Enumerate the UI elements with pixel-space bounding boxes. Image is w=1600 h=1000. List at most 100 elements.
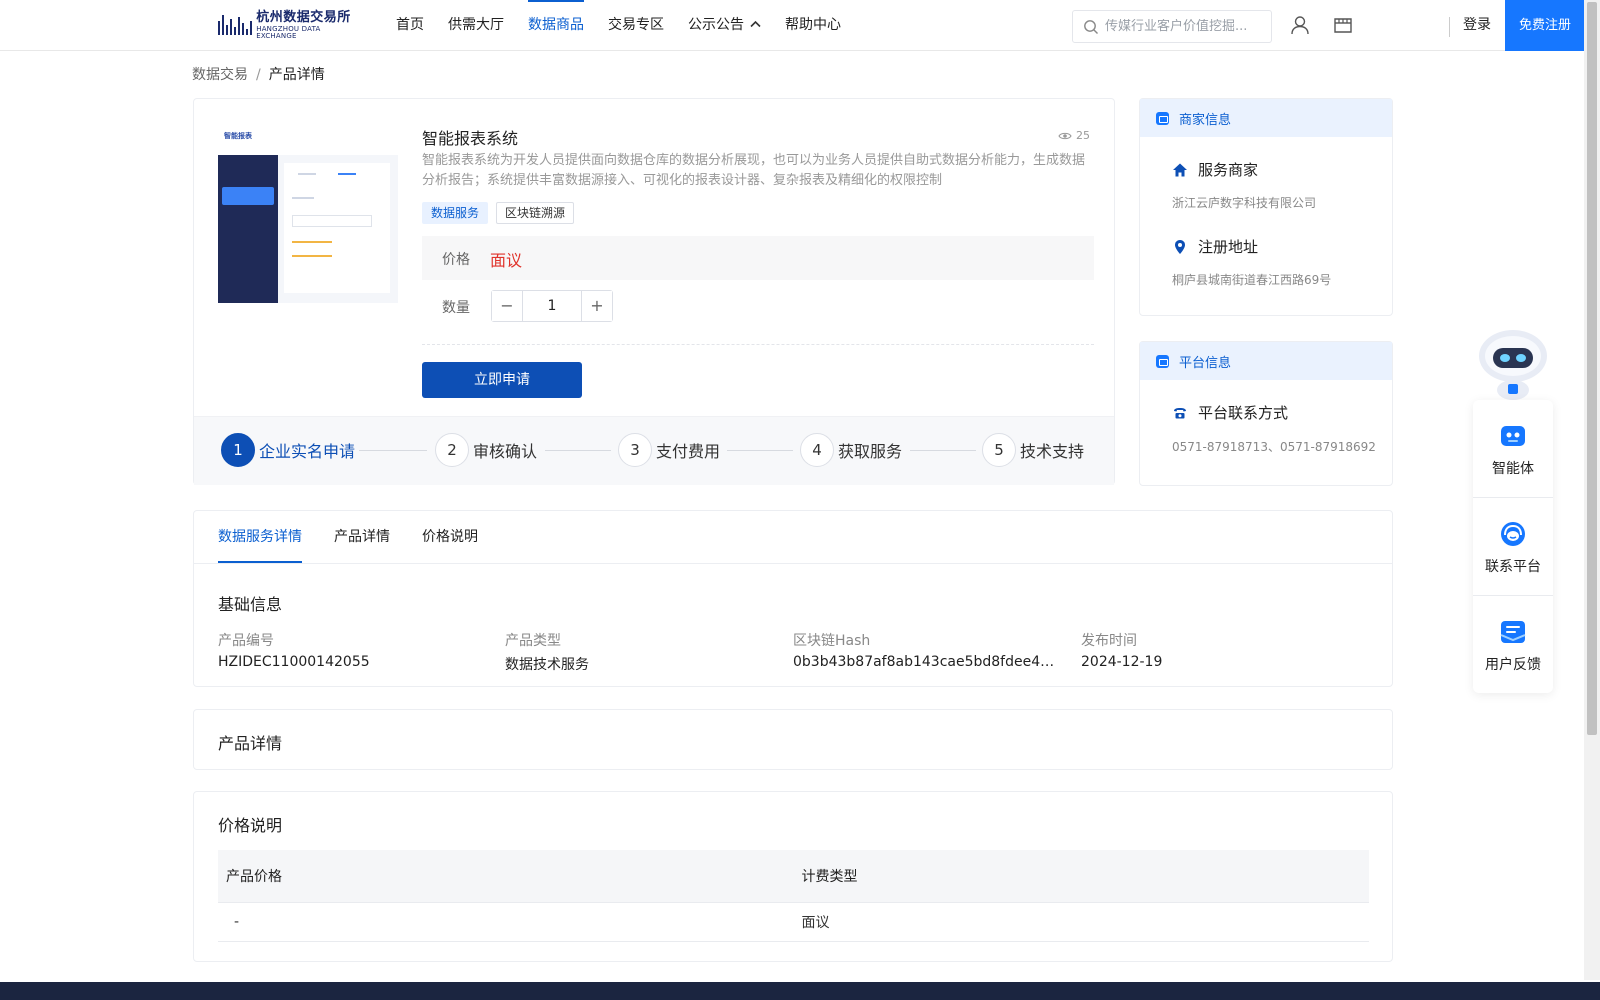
logo-chinese-name: 杭州数据交易所	[256, 9, 351, 25]
quantity-label: 数量	[442, 300, 470, 316]
chevron-up-icon	[750, 0, 761, 50]
platform-info-card: 平台信息 平台联系方式 0571-87918713、0571-87918692	[1139, 341, 1393, 486]
agent-label: 智能体	[1492, 461, 1534, 477]
tab-product-details[interactable]: 产品详情	[334, 511, 390, 563]
nav-data-products[interactable]: 数据商品	[516, 0, 596, 50]
robot-icon	[1501, 426, 1525, 446]
product-thumbnail[interactable]: 智能报表	[218, 127, 398, 303]
quantity-input[interactable]: 1	[522, 291, 582, 321]
product-title: 智能报表系统	[422, 129, 519, 148]
header-divider	[1449, 17, 1450, 37]
robot-assistant-icon[interactable]	[1475, 326, 1551, 400]
cell-billing-type: 面议	[801, 915, 830, 931]
platform-contact-value: 0571-87918713、0571-87918692	[1172, 440, 1376, 454]
breadcrumb: 数据交易 / 产品详情	[192, 64, 325, 84]
agent-button[interactable]: 智能体	[1473, 400, 1553, 497]
step-number: 5	[982, 433, 1016, 467]
footer	[0, 982, 1600, 1000]
search-icon	[1084, 19, 1098, 34]
step-5: 5 技术支持	[982, 433, 1084, 467]
product-tags: 数据服务 区块链溯源	[422, 202, 582, 224]
basic-info-title: 基础信息	[218, 595, 283, 614]
price-label: 价格	[442, 252, 470, 268]
thumbnail-title: 智能报表	[224, 132, 252, 140]
nav-help-center[interactable]: 帮助中心	[773, 0, 853, 50]
view-count-value: 25	[1076, 129, 1090, 142]
user-feedback-label: 用户反馈	[1485, 657, 1541, 673]
platform-contact-label: 平台联系方式	[1172, 402, 1288, 423]
cell-price: -	[234, 914, 240, 930]
column-header-billing-type: 计费类型	[801, 869, 858, 885]
price-description-card: 价格说明 产品价格 计费类型 - 面议	[193, 791, 1393, 962]
product-detail-title: 产品详情	[218, 734, 283, 753]
contact-platform-label: 联系平台	[1485, 559, 1541, 575]
price-description-title: 价格说明	[218, 816, 283, 835]
nav-supply-demand[interactable]: 供需大厅	[436, 0, 516, 50]
info-product-id: 产品编号 HZIDEC11000142055	[218, 633, 370, 670]
quantity-increase-button[interactable]: +	[582, 291, 612, 321]
merchant-info-header: 商家信息	[1140, 99, 1392, 137]
step-label: 获取服务	[838, 442, 903, 461]
quantity-decrease-button[interactable]: −	[492, 291, 522, 321]
headset-icon	[1501, 522, 1525, 546]
page-scrollbar[interactable]	[1584, 0, 1600, 980]
registered-address-value: 桐庐县城南街道春江西路69号	[1172, 273, 1332, 287]
service-details-card: 数据服务详情 产品详情 价格说明 基础信息 产品编号 HZIDEC1100014…	[193, 510, 1393, 687]
step-3: 3 支付费用	[618, 433, 720, 467]
merchant-info-card: 商家信息 服务商家 浙江云庐数字科技有限公司 注册地址 桐庐县城南街道春江西路6…	[1139, 98, 1393, 316]
table-row: - 面议	[218, 903, 1369, 942]
price-value: 面议	[490, 251, 523, 270]
step-number: 1	[221, 433, 255, 467]
login-link[interactable]: 登录	[1463, 0, 1491, 50]
nav-announcements-label: 公示公告	[688, 17, 744, 33]
info-product-type: 产品类型 数据技术服务	[505, 633, 589, 673]
step-label: 审核确认	[473, 442, 538, 461]
register-button[interactable]: 免费注册	[1505, 0, 1585, 51]
search-box[interactable]	[1072, 10, 1272, 43]
feedback-icon	[1500, 621, 1526, 643]
info-publish-date: 发布时间 2024-12-19	[1081, 633, 1163, 670]
merchant-info-title: 商家信息	[1179, 112, 1232, 128]
service-merchant-value: 浙江云庐数字科技有限公司	[1172, 196, 1317, 210]
phone-icon	[1174, 407, 1186, 418]
product-summary-card: 智能报表 智能报表系统 25 智能报表系统为开发人员提供面向数据仓库的数据分析展…	[193, 98, 1115, 485]
nav-announcements[interactable]: 公示公告	[676, 0, 773, 50]
card-icon	[1156, 111, 1169, 125]
step-number: 3	[618, 433, 652, 467]
apply-now-button[interactable]: 立即申请	[422, 362, 582, 398]
step-label: 技术支持	[1020, 442, 1085, 461]
nav-trading-zone[interactable]: 交易专区	[596, 0, 676, 50]
tag-blockchain-trace: 区块链溯源	[496, 202, 575, 224]
step-label: 企业实名申请	[259, 442, 356, 461]
user-feedback-button[interactable]: 用户反馈	[1473, 596, 1553, 693]
product-detail-card: 产品详情	[193, 709, 1393, 770]
platform-info-header: 平台信息	[1140, 342, 1392, 380]
search-input[interactable]	[1105, 19, 1265, 34]
step-1: 1 企业实名申请	[221, 433, 355, 467]
scrollbar-thumb[interactable]	[1587, 2, 1597, 735]
breadcrumb-separator: /	[256, 67, 261, 83]
top-navigation-bar: 杭州数据交易所 HANGZHOU DATA EXCHANGE 首页 供需大厅 数…	[0, 0, 1585, 51]
product-description: 智能报表系统为开发人员提供面向数据仓库的数据分析展现，也可以为业务人员提供自助式…	[422, 153, 1086, 188]
table-header: 产品价格 计费类型	[218, 850, 1369, 903]
tab-data-service-details[interactable]: 数据服务详情	[218, 511, 302, 563]
store-icon[interactable]	[1332, 14, 1354, 36]
step-number: 2	[435, 433, 469, 467]
dashed-divider	[422, 344, 1094, 345]
nav-home[interactable]: 首页	[384, 0, 436, 50]
tab-price-description[interactable]: 价格说明	[422, 511, 478, 563]
process-steps: 1 企业实名申请 2 审核确认 3 支付费用 4 获取服务 5 技术支持	[194, 416, 1114, 485]
logo-bars-icon	[218, 13, 252, 37]
column-header-price: 产品价格	[226, 869, 282, 885]
logo-english-name: HANGZHOU DATA EXCHANGE	[256, 24, 321, 40]
home-icon	[1173, 163, 1187, 176]
step-number: 4	[800, 433, 834, 467]
breadcrumb-current: 产品详情	[268, 67, 325, 83]
tag-data-service: 数据服务	[422, 202, 489, 224]
user-icon[interactable]	[1289, 14, 1311, 36]
site-logo[interactable]: 杭州数据交易所 HANGZHOU DATA EXCHANGE	[218, 10, 358, 40]
contact-platform-button[interactable]: 联系平台	[1473, 498, 1553, 595]
breadcrumb-data-trading[interactable]: 数据交易	[192, 67, 248, 83]
location-pin-icon	[1175, 239, 1185, 254]
quantity-stepper: − 1 +	[491, 290, 613, 322]
